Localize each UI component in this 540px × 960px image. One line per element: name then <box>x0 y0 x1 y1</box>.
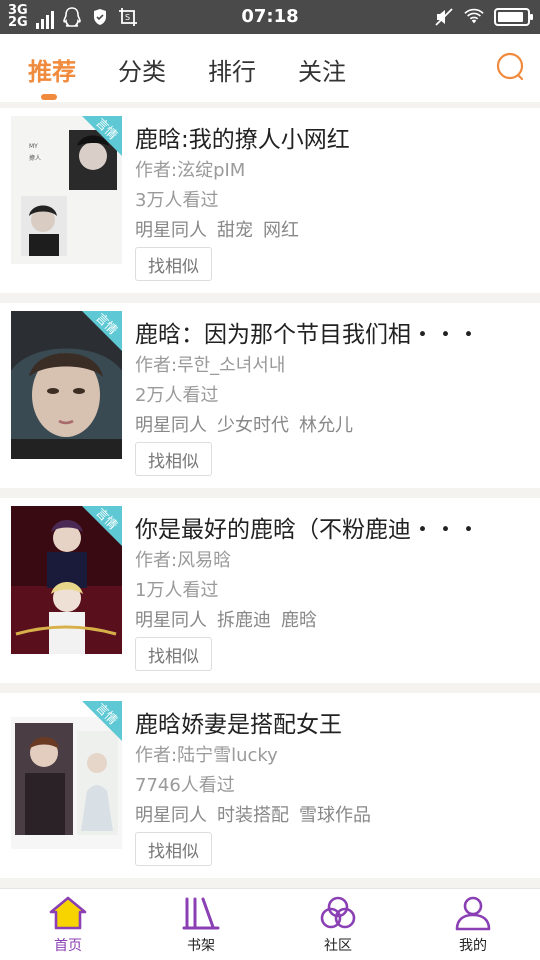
genre-ribbon: 言情 <box>82 701 122 741</box>
book-tag[interactable]: 林允儿 <box>299 411 353 437</box>
book-title[interactable]: 鹿晗:我的撩人小网红 <box>135 120 515 154</box>
book-author: 作者:루한_소녀서내 <box>135 355 286 376</box>
book-tag[interactable]: 明星同人 <box>135 216 207 242</box>
active-tab-indicator <box>41 94 57 100</box>
search-icon <box>496 52 524 81</box>
status-bar: 3G 2G S 07:18 <box>0 0 540 34</box>
book-cover[interactable]: 言情 <box>11 701 122 849</box>
search-button[interactable] <box>496 52 526 82</box>
genre-ribbon: 言情 <box>82 311 122 351</box>
book-cover[interactable]: MY 撩人 言情 <box>11 116 122 264</box>
book-tag[interactable]: 网红 <box>263 216 299 242</box>
book-tag[interactable]: 明星同人 <box>135 801 207 827</box>
genre-ribbon: 言情 <box>82 506 122 546</box>
nav-label: 书架 <box>187 938 215 954</box>
book-tag[interactable]: 拆鹿迪 <box>217 606 271 632</box>
book-tag[interactable]: 雪球作品 <box>299 801 371 827</box>
book-title[interactable]: 鹿晗：因为那个节目我们相・・・ <box>135 315 515 349</box>
book-author: 作者:陆宁雪lucky <box>135 745 278 766</box>
nav-label: 社区 <box>324 938 352 954</box>
find-similar-button[interactable]: 找相似 <box>135 442 212 476</box>
battery-icon <box>494 8 533 26</box>
home-icon <box>49 896 87 930</box>
book-tag[interactable]: 甜宠 <box>217 216 253 242</box>
tab-ranking[interactable]: 排行 <box>208 52 256 87</box>
tab-following[interactable]: 关注 <box>298 52 346 87</box>
nav-community[interactable]: 社区 <box>298 895 378 955</box>
svg-text:MY: MY <box>29 143 38 150</box>
top-tab-bar: 推荐 分类 排行 关注 <box>0 34 540 102</box>
genre-ribbon: 言情 <box>82 116 122 156</box>
nav-profile[interactable]: 我的 <box>433 895 513 955</box>
book-tag[interactable]: 少女时代 <box>217 411 289 437</box>
book-tags: 明星同人 拆鹿迪 鹿晗 <box>135 606 317 632</box>
book-tag[interactable]: 时装搭配 <box>217 801 289 827</box>
find-similar-button[interactable]: 找相似 <box>135 832 212 866</box>
svg-text:撩人: 撩人 <box>29 154 41 162</box>
bookshelf-icon <box>182 897 220 930</box>
book-tag[interactable]: 明星同人 <box>135 411 207 437</box>
tab-recommend[interactable]: 推荐 <box>28 52 76 87</box>
find-similar-button[interactable]: 找相似 <box>135 637 212 671</box>
book-cover[interactable]: 言情 <box>11 311 122 459</box>
book-card[interactable]: MY 撩人 言情 鹿晗:我的撩人小网红 作者:泫绽pIM 3万人看过 明星同人 … <box>0 108 540 293</box>
book-title[interactable]: 鹿晗娇妻是搭配女王 <box>135 705 515 739</box>
book-tag[interactable]: 明星同人 <box>135 606 207 632</box>
book-author: 作者:泫绽pIM <box>135 160 246 181</box>
book-author: 作者:风易晗 <box>135 550 232 571</box>
tab-category[interactable]: 分类 <box>118 52 166 87</box>
find-similar-button[interactable]: 找相似 <box>135 247 212 281</box>
profile-icon <box>455 896 491 931</box>
book-views: 1万人看过 <box>135 580 219 601</box>
book-tags: 明星同人 少女时代 林允儿 <box>135 411 353 437</box>
book-views: 7746人看过 <box>135 775 235 796</box>
book-card[interactable]: 言情 鹿晗娇妻是搭配女王 作者:陆宁雪lucky 7746人看过 明星同人 时装… <box>0 693 540 878</box>
book-tag[interactable]: 鹿晗 <box>281 606 317 632</box>
book-tags: 明星同人 甜宠 网红 <box>135 216 299 242</box>
book-views: 2万人看过 <box>135 385 219 406</box>
nav-bookshelf[interactable]: 书架 <box>161 895 241 955</box>
nav-home[interactable]: 首页 <box>28 895 108 955</box>
book-views: 3万人看过 <box>135 190 219 211</box>
bottom-nav-bar: 首页 书架 社区 我的 <box>0 888 540 960</box>
mute-icon <box>434 7 454 27</box>
nav-label: 我的 <box>459 938 487 954</box>
book-tags: 明星同人 时装搭配 雪球作品 <box>135 801 371 827</box>
wifi-icon <box>464 7 484 27</box>
book-title[interactable]: 你是最好的鹿晗（不粉鹿迪・・・ <box>135 510 515 544</box>
book-card[interactable]: 言情 鹿晗：因为那个节目我们相・・・ 作者:루한_소녀서내 2万人看过 明星同人… <box>0 303 540 488</box>
book-card[interactable]: 言情 你是最好的鹿晗（不粉鹿迪・・・ 作者:风易晗 1万人看过 明星同人 拆鹿迪… <box>0 498 540 683</box>
nav-label: 首页 <box>54 938 82 954</box>
book-cover[interactable]: 言情 <box>11 506 122 654</box>
community-icon <box>320 896 356 929</box>
